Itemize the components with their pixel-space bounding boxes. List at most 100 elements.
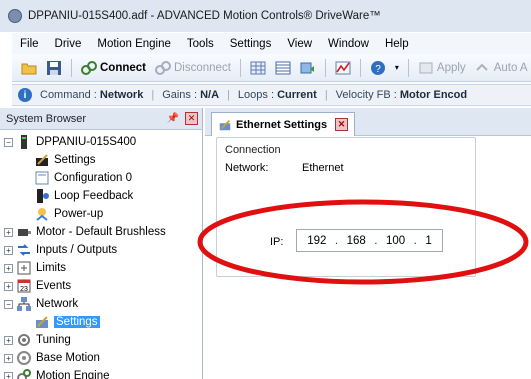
loops-label: Loops : — [237, 89, 275, 101]
system-browser-header: System Browser 📌 ✕ — [0, 108, 202, 130]
settings-icon — [36, 154, 48, 166]
apply-label: Apply — [436, 61, 466, 74]
pin-icon[interactable]: 📌 — [167, 113, 179, 124]
menu-view[interactable]: View — [279, 38, 320, 50]
tree-label: Loop Feedback — [54, 190, 134, 202]
tab-label: Ethernet Settings — [236, 118, 328, 131]
toolbar-separator — [71, 58, 72, 77]
expand-toggle[interactable]: − — [4, 300, 13, 309]
auto-icon — [475, 63, 488, 71]
save-button[interactable] — [43, 57, 65, 79]
open-button[interactable] — [18, 57, 40, 79]
tree-item-base-motion[interactable]: Base Motion — [16, 349, 100, 367]
separator: | — [227, 89, 230, 101]
tab-ethernet-settings[interactable]: Ethernet Settings ✕ — [211, 112, 356, 136]
tree-item-inputs-outputs[interactable]: Inputs / Outputs — [16, 241, 117, 259]
auto-button[interactable]: Auto A — [472, 57, 531, 79]
gains-label: Gains : — [162, 89, 198, 101]
help-button[interactable]: ? — [367, 57, 389, 79]
menu-window[interactable]: Window — [320, 38, 377, 50]
io-icon — [18, 244, 30, 256]
network-settings-icon — [219, 119, 231, 130]
expand-toggle[interactable]: + — [4, 354, 13, 363]
expand-toggle[interactable]: + — [4, 372, 13, 379]
table-icon — [275, 61, 291, 74]
grid-button[interactable] — [247, 57, 269, 79]
table-button[interactable] — [272, 57, 294, 79]
menu-motion-engine[interactable]: Motion Engine — [89, 38, 179, 50]
close-icon[interactable]: ✕ — [185, 112, 198, 125]
velocity-value: Motor Encod — [399, 89, 468, 101]
configuration-icon — [35, 171, 49, 185]
events-icon: 23 — [17, 279, 31, 293]
menu-tools[interactable]: Tools — [179, 38, 222, 50]
scope-button[interactable] — [332, 57, 354, 79]
network-value: Ethernet — [302, 162, 344, 174]
tree-item-motion-engine[interactable]: Motion Engine — [16, 367, 110, 379]
help-dropdown[interactable]: ▾ — [392, 57, 402, 79]
menu-file[interactable]: File — [12, 38, 47, 50]
tree-item-tuning[interactable]: Tuning — [16, 331, 71, 349]
grid-icon — [250, 61, 266, 74]
limits-icon — [17, 261, 31, 275]
highlight-oval — [197, 199, 529, 285]
tree-item-network-settings[interactable]: Settings — [34, 313, 100, 331]
connect-icon — [81, 60, 97, 75]
help-icon: ? — [370, 60, 385, 75]
tree-item-events[interactable]: 23 Events — [16, 277, 71, 295]
separator: | — [151, 89, 155, 101]
close-icon[interactable]: ✕ — [335, 118, 349, 131]
velocity-label: Velocity FB : — [335, 89, 397, 101]
info-bar: i Command : Network | Gains : N/A | Loop… — [12, 84, 531, 106]
toolbar-separator — [407, 58, 409, 77]
expand-toggle[interactable]: + — [4, 264, 13, 273]
menu-bar: File Drive Motion Engine Tools Settings … — [12, 33, 531, 54]
connection-group-title: Connection — [225, 144, 281, 156]
tree-item-network[interactable]: Network — [16, 295, 78, 313]
toolbar-separator — [239, 58, 241, 77]
window-title: DPPANIU-015S400.adf - ADVANCED Motion Co… — [28, 10, 381, 22]
tree-item-loop-feedback[interactable]: Loop Feedback — [34, 187, 133, 205]
tree-label: Settings — [54, 154, 96, 166]
connect-button[interactable]: Connect — [78, 57, 149, 79]
chevron-down-icon: ▾ — [394, 63, 399, 72]
tree-item-power-up[interactable]: Power-up — [34, 205, 103, 223]
tree-item-motor[interactable]: Motor - Default Brushless — [16, 223, 166, 241]
power-up-icon — [36, 208, 48, 221]
connect-label: Connect — [100, 61, 146, 74]
tree-label: Power-up — [54, 208, 104, 220]
expand-toggle[interactable]: + — [4, 228, 13, 237]
apply-icon — [419, 62, 433, 73]
expand-toggle[interactable]: + — [4, 336, 13, 345]
tree-label: Tuning — [36, 334, 71, 346]
tree-label: Motion Engine — [36, 370, 110, 379]
download-icon — [300, 62, 314, 73]
tree-label: Events — [36, 280, 72, 292]
menu-settings[interactable]: Settings — [222, 38, 280, 50]
tree-item-drive[interactable]: DPPANIU-015S400 — [16, 133, 136, 151]
tree-label: Inputs / Outputs — [36, 244, 118, 256]
menu-drive[interactable]: Drive — [47, 38, 90, 50]
tree-item-configuration[interactable]: Configuration 0 — [34, 169, 132, 187]
tree-item-settings[interactable]: Settings — [34, 151, 96, 169]
command-label: Command : — [40, 89, 97, 101]
open-folder-icon — [21, 63, 37, 74]
network-label: Network: — [225, 162, 269, 174]
base-motion-icon — [17, 351, 31, 365]
command-value: Network — [99, 89, 144, 101]
tree-label: Settings — [54, 316, 100, 328]
download-button[interactable] — [297, 57, 319, 79]
expand-toggle[interactable]: + — [4, 282, 13, 291]
disconnect-icon — [155, 60, 171, 75]
svg-text:?: ? — [375, 64, 381, 75]
disconnect-button[interactable]: Disconnect — [152, 57, 234, 79]
tree-label: Network — [36, 298, 79, 310]
tree-label: Base Motion — [36, 352, 100, 364]
info-icon: i — [18, 88, 32, 102]
menu-help[interactable]: Help — [377, 38, 417, 50]
expand-toggle[interactable]: + — [4, 246, 13, 255]
tree-item-limits[interactable]: Limits — [16, 259, 66, 277]
tuning-icon — [18, 334, 30, 346]
expand-toggle[interactable]: − — [4, 138, 13, 147]
apply-button[interactable]: Apply — [415, 57, 469, 79]
